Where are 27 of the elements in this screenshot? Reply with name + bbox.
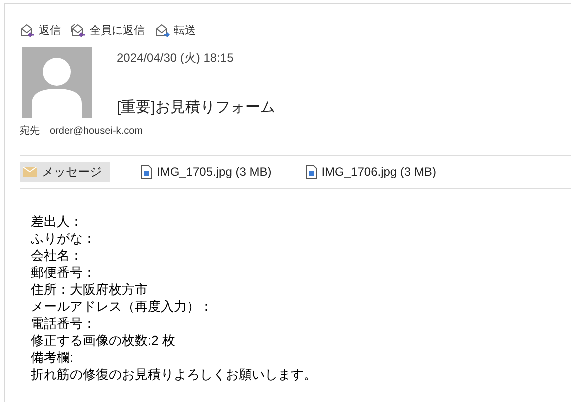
reply-icon xyxy=(20,23,36,39)
body-line: 郵便番号： xyxy=(31,264,97,280)
attachment-item[interactable]: IMG_1706.jpg (3 MB) xyxy=(302,162,440,182)
forward-icon xyxy=(155,23,171,39)
reply-all-button[interactable]: 全員に返信 xyxy=(71,22,145,40)
reply-all-icon xyxy=(71,23,87,39)
date-text: 2024/04/30 (火) 18:15 xyxy=(117,50,235,67)
reply-button[interactable]: 返信 xyxy=(20,22,61,40)
forward-button[interactable]: 転送 xyxy=(155,22,196,40)
body-line: 差出人： xyxy=(31,212,84,230)
subject-text: [重要]お見積りフォーム xyxy=(117,98,276,118)
body-line: ふりがな： xyxy=(31,230,97,246)
recipient-address: order@housei-k.com xyxy=(50,124,143,138)
envelope-icon xyxy=(23,166,37,176)
avatar-icon xyxy=(22,47,92,118)
body-line: メールアドレス（再度入力）： xyxy=(31,298,214,314)
body-line: 会社名： xyxy=(31,246,84,264)
message-tab[interactable]: メッセージ xyxy=(20,162,110,182)
image-file-icon xyxy=(141,164,152,178)
image-file-icon xyxy=(306,164,317,178)
body-line: 備考欄: xyxy=(31,348,75,366)
body-line: 折れ筋の修復のお見積りよろしくお願いします。 xyxy=(31,366,318,382)
body-line: 修正する画像の枚数:2 枚 xyxy=(31,332,176,348)
body-line: 電話番号： xyxy=(31,314,97,332)
attachment-item[interactable]: IMG_1705.jpg (3 MB) xyxy=(138,162,275,182)
to-label: 宛先 xyxy=(20,124,40,138)
body-line: 住所：大阪府枚方市 xyxy=(31,280,149,298)
